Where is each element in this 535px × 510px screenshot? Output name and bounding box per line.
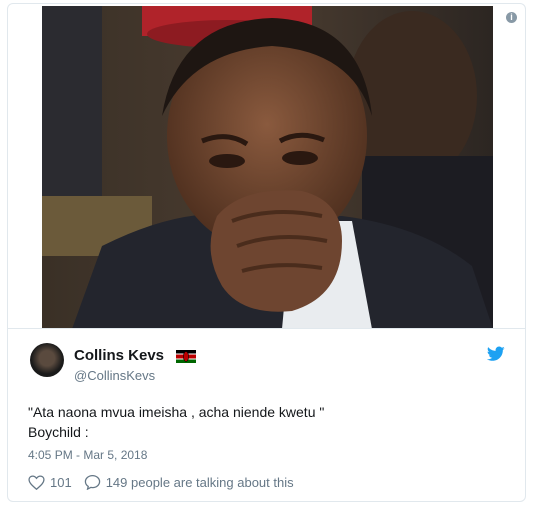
tweet-timestamp[interactable]: 4:05 PM - Mar 5, 2018 — [28, 448, 147, 462]
twitter-bird-icon[interactable] — [487, 346, 505, 362]
tweet-text-line-2: Boychild : — [28, 424, 89, 440]
speech-bubble-icon — [84, 474, 100, 490]
avatar[interactable] — [30, 343, 64, 377]
tweet-text-line-1: "Ata naona mvua imeisha , acha niende kw… — [28, 404, 325, 420]
author-name[interactable]: Collins Kevs — [74, 347, 164, 364]
card-divider — [8, 328, 525, 329]
heart-icon — [28, 474, 45, 490]
like-count: 101 — [50, 474, 72, 490]
tweet-text: "Ata naona mvua imeisha , acha niende kw… — [28, 402, 324, 442]
author-handle[interactable]: @CollinsKevs — [74, 368, 155, 383]
talking-count: 149 people are talking about this — [105, 474, 294, 490]
tweet-photo[interactable] — [42, 6, 493, 329]
tweet-actions: 101 149 people are talking about this — [28, 474, 294, 490]
kenya-flag-icon — [176, 350, 196, 363]
photo-illustration — [42, 6, 493, 329]
embedded-tweet-card: i Collins Kevs @CollinsKevs "Ata naona m… — [7, 3, 526, 502]
info-icon[interactable]: i — [506, 12, 517, 23]
like-action[interactable]: 101 — [28, 475, 72, 490]
talking-action[interactable]: 149 people are talking about this — [84, 474, 294, 490]
